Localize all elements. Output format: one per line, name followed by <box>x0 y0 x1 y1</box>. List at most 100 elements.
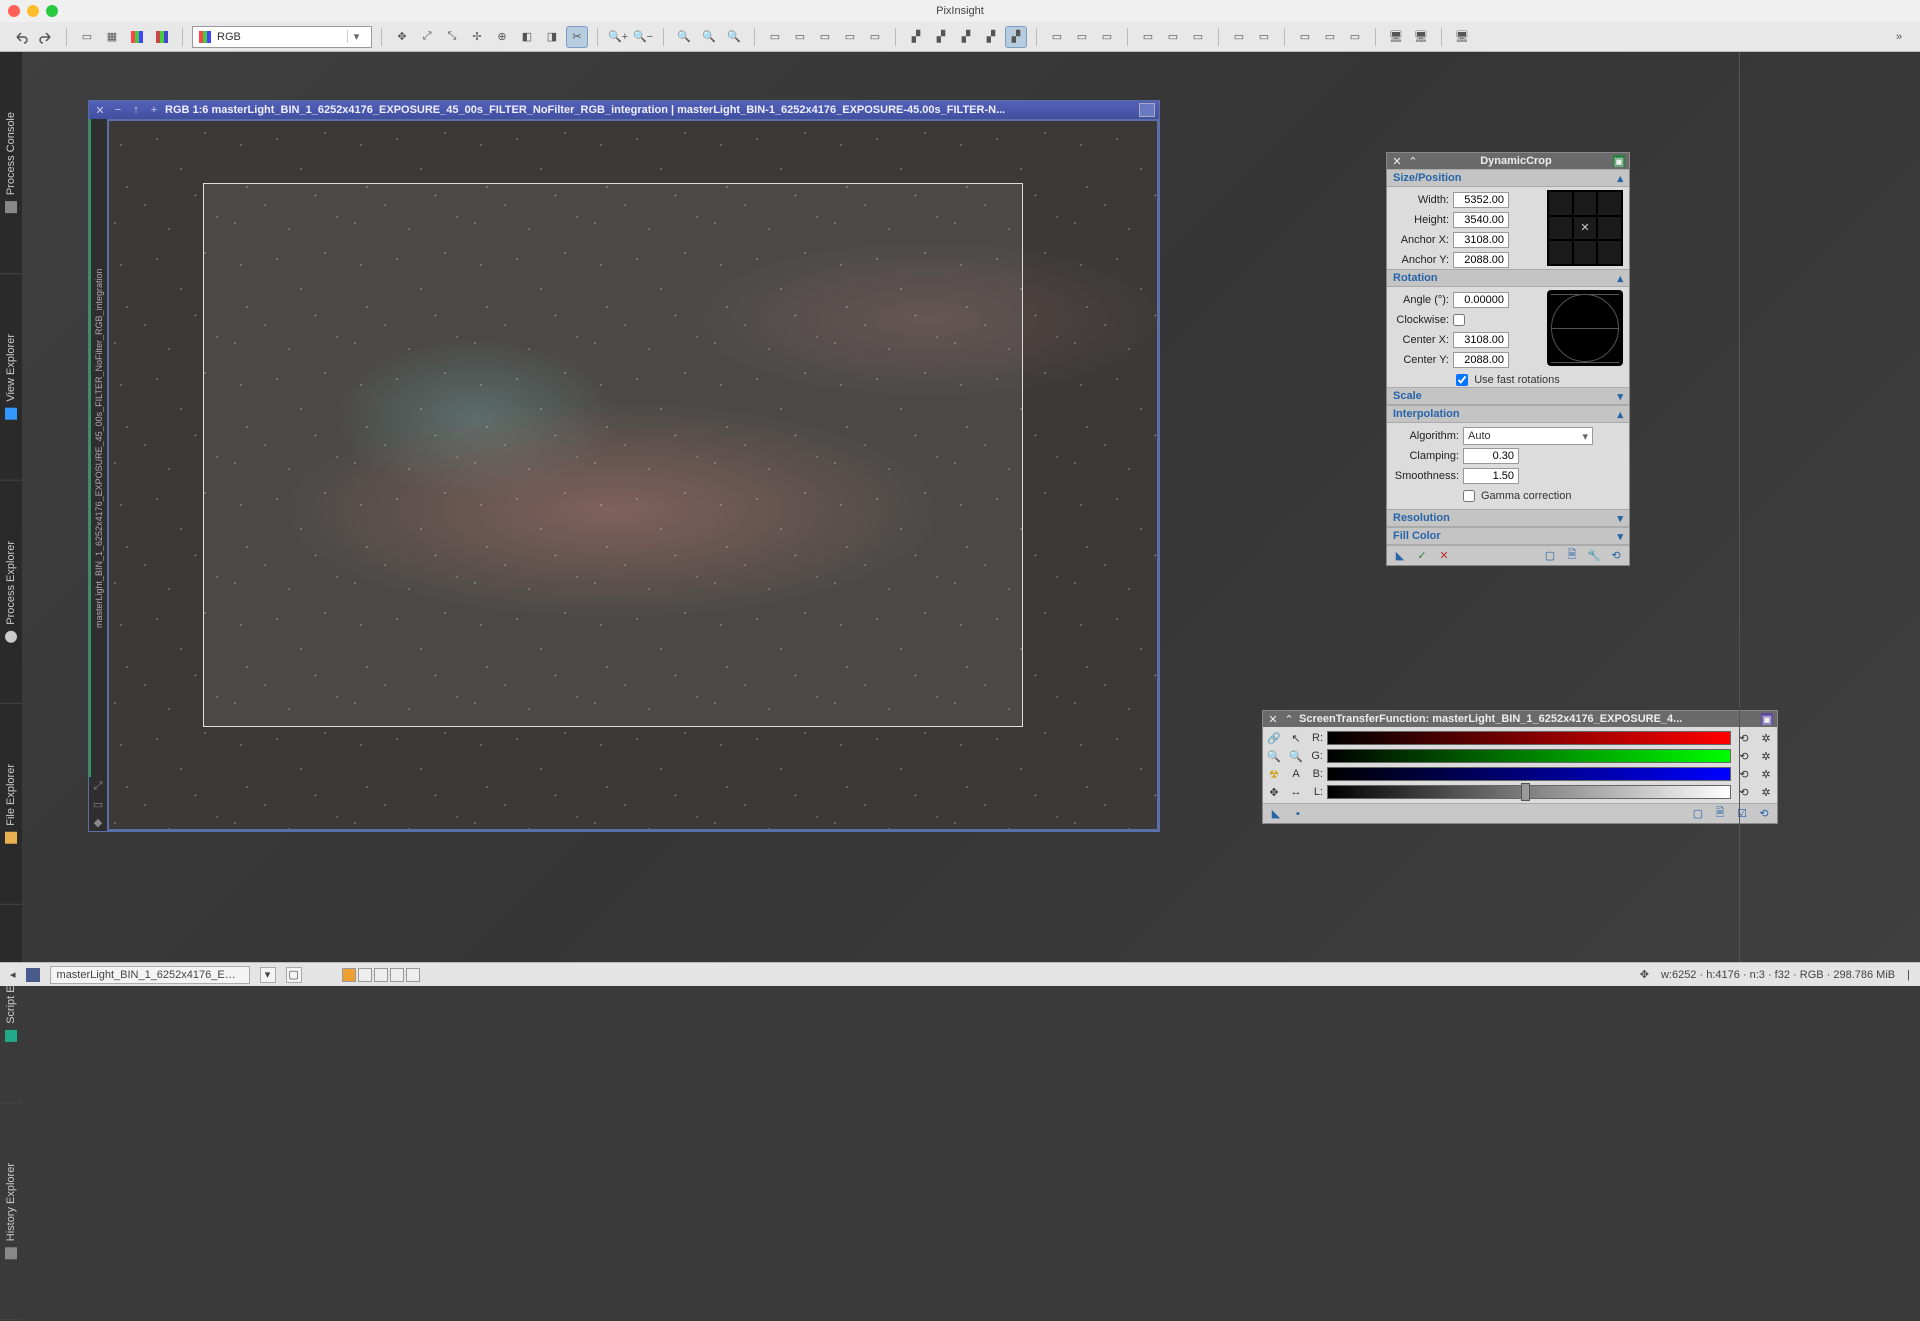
crop-tool-button[interactable]: ✂ <box>566 26 588 48</box>
display-a-icon[interactable]: 🖥 <box>1385 26 1407 48</box>
anchor-x-input[interactable] <box>1453 232 1509 248</box>
side-tab-file-explorer[interactable]: File Explorer <box>0 704 22 905</box>
section-rotation[interactable]: Rotation▴ <box>1387 269 1629 287</box>
close-icon[interactable]: ✕ <box>1267 713 1279 725</box>
image-window-titlebar[interactable]: ✕ − ↑ + RGB 1:6 masterLight_BIN_1_6252x4… <box>89 101 1159 119</box>
arrange-b-icon[interactable]: ▭ <box>1253 26 1275 48</box>
height-input[interactable] <box>1453 212 1509 228</box>
fast-rotations-checkbox[interactable] <box>1456 374 1468 386</box>
stf-luminance-slider[interactable] <box>1327 785 1731 799</box>
window-c-icon[interactable]: ▭ <box>814 26 836 48</box>
maximize-icon[interactable]: + <box>147 103 161 117</box>
reset-r-icon[interactable]: ⟲ <box>1735 730 1753 746</box>
clamping-input[interactable] <box>1463 448 1519 464</box>
reset-b-icon[interactable]: ⟲ <box>1735 766 1753 782</box>
smoothness-input[interactable] <box>1463 468 1519 484</box>
new-instance-icon[interactable]: ◣ <box>1269 807 1283 821</box>
settings-b-icon[interactable]: ✲ <box>1757 766 1775 782</box>
link-icon[interactable]: 🔗 <box>1265 730 1283 746</box>
window-a-icon[interactable]: ▭ <box>764 26 786 48</box>
square-icon[interactable]: ▢ <box>1543 549 1557 563</box>
center-icon[interactable]: ⊕ <box>491 26 513 48</box>
zoom-11-button[interactable]: 🔍 <box>698 26 720 48</box>
layout-c-icon[interactable]: ▭ <box>1187 26 1209 48</box>
channel-box-5[interactable] <box>406 968 420 982</box>
pan-icon[interactable]: ✥ <box>1265 784 1283 800</box>
arrange-e-icon[interactable]: ▭ <box>1344 26 1366 48</box>
swap-icon[interactable]: ↔ <box>1287 784 1305 800</box>
hist-b-icon[interactable]: ▭ <box>1071 26 1093 48</box>
channel-box-rgb[interactable] <box>342 968 356 982</box>
move-icon[interactable]: ✥ <box>391 26 413 48</box>
nuke-icon[interactable]: ☢ <box>1265 766 1283 782</box>
channel-box-4[interactable] <box>390 968 404 982</box>
center-y-input[interactable] <box>1453 352 1509 368</box>
panel-icon[interactable]: ▣ <box>1761 713 1773 725</box>
display-b-icon[interactable]: 🖥 <box>1410 26 1432 48</box>
undo-button[interactable] <box>10 26 32 48</box>
view-icon[interactable]: ▭ <box>89 795 107 813</box>
angle-input[interactable] <box>1453 292 1509 308</box>
shade-icon[interactable]: ↑ <box>129 103 143 117</box>
pan-icon[interactable]: ✢ <box>466 26 488 48</box>
channel-mix-icon[interactable] <box>151 26 173 48</box>
zoom-in-icon[interactable]: 🔍 <box>1265 748 1283 764</box>
settings-l-icon[interactable]: ✲ <box>1757 784 1775 800</box>
window-b-icon[interactable]: ▭ <box>789 26 811 48</box>
rgb-channels-icon[interactable] <box>126 26 148 48</box>
image-view[interactable] <box>107 119 1159 831</box>
chevron-left-icon[interactable]: ◂ <box>10 968 16 981</box>
panel-icon[interactable] <box>1139 103 1155 117</box>
apply-icon[interactable]: ▣ <box>1613 155 1625 167</box>
image-side-tab[interactable]: masterLight_BIN_1_6252x4176_EXPOSURE_45_… <box>89 119 107 777</box>
crop-selection[interactable] <box>203 183 1023 727</box>
layout-a-icon[interactable]: ▭ <box>1137 26 1159 48</box>
settings-g-icon[interactable]: ✲ <box>1757 748 1775 764</box>
apply-icon[interactable]: ▪ <box>1291 807 1305 821</box>
pin-icon[interactable]: ◆ <box>89 813 107 831</box>
channel-box-2[interactable] <box>358 968 372 982</box>
section-size-position[interactable]: Size/Position▴ <box>1387 169 1629 187</box>
stf-blue-slider[interactable] <box>1327 767 1731 781</box>
shade-icon[interactable]: ⌃ <box>1407 155 1419 167</box>
arrange-a-icon[interactable]: ▭ <box>1228 26 1250 48</box>
center-x-input[interactable] <box>1453 332 1509 348</box>
channel-boxes[interactable] <box>342 968 420 982</box>
section-resolution[interactable]: Resolution▾ <box>1387 509 1629 527</box>
clockwise-checkbox[interactable] <box>1453 314 1465 326</box>
shade-icon[interactable]: ⌃ <box>1283 713 1295 725</box>
side-tab-process-console[interactable]: Process Console <box>0 52 22 274</box>
side-tab-history-explorer[interactable]: History Explorer <box>0 1103 22 1320</box>
width-input[interactable] <box>1453 192 1509 208</box>
rotation-dial[interactable] <box>1547 290 1623 366</box>
zoom-fit-button[interactable]: 🔍 <box>673 26 695 48</box>
apply-button[interactable]: ✓ <box>1415 549 1429 563</box>
hist-a-icon[interactable]: ▭ <box>1046 26 1068 48</box>
settings-r-icon[interactable]: ✲ <box>1757 730 1775 746</box>
wrench-icon[interactable]: 🔧 <box>1587 549 1601 563</box>
document-icon[interactable]: 🗎 <box>1565 549 1579 563</box>
thumbnail-icon[interactable] <box>26 968 40 982</box>
pointer-icon[interactable]: ↖ <box>1287 730 1305 746</box>
side-tab-process-explorer[interactable]: Process Explorer <box>0 481 22 704</box>
reset-l-icon[interactable]: ⟲ <box>1735 784 1753 800</box>
zoom-in-button[interactable]: 🔍+ <box>607 26 629 48</box>
square-icon[interactable]: ▢ <box>1691 807 1705 821</box>
section-interpolation[interactable]: Interpolation▴ <box>1387 405 1629 423</box>
redo-button[interactable] <box>35 26 57 48</box>
layout-b-icon[interactable]: ▭ <box>1162 26 1184 48</box>
zoom-out-icon[interactable]: 🔍 <box>1287 748 1305 764</box>
left-half-icon[interactable]: ◧ <box>516 26 538 48</box>
tile-icon[interactable]: ▦ <box>101 26 123 48</box>
close-icon[interactable]: ✕ <box>93 103 107 117</box>
expand-icon[interactable]: ⤢ <box>89 777 107 795</box>
graph-e-icon[interactable]: ▞ <box>1005 26 1027 48</box>
side-tab-view-explorer[interactable]: View Explorer <box>0 274 22 481</box>
zoom-out-button[interactable]: 🔍− <box>632 26 654 48</box>
graph-d-icon[interactable]: ▞ <box>980 26 1002 48</box>
window-d-icon[interactable]: ▭ <box>839 26 861 48</box>
track-icon[interactable]: ☑ <box>1735 807 1749 821</box>
stf-red-slider[interactable] <box>1327 731 1731 745</box>
hist-c-icon[interactable]: ▭ <box>1096 26 1118 48</box>
stf-green-slider[interactable] <box>1327 749 1731 763</box>
